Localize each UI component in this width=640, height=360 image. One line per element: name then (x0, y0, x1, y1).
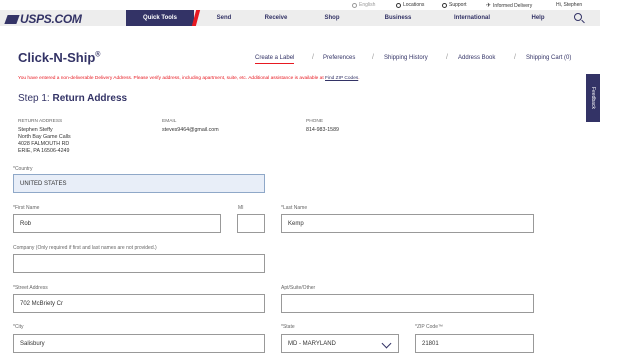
support-icon (442, 2, 447, 8)
company-label: Company (Only required if first and last… (13, 245, 157, 251)
subnav-divider: / (446, 54, 448, 61)
zip-code-field[interactable]: 21801 (415, 334, 534, 353)
main-navbar (0, 10, 600, 26)
usps-logo[interactable]: USPS.COM (4, 12, 82, 26)
city-field[interactable]: Salisbury (13, 334, 265, 353)
city-label: *City (13, 324, 24, 330)
country-field[interactable]: UNITED STATES (13, 174, 265, 193)
eagle-logo-icon (4, 14, 20, 24)
return-address-label: RETURN ADDRESS (18, 119, 63, 124)
error-end: . (358, 76, 360, 81)
locations-link[interactable]: Locations (396, 2, 424, 8)
search-icon[interactable] (574, 13, 582, 21)
last-name-field[interactable]: Kemp (281, 214, 534, 233)
page-title: Click-N-Ship® (18, 50, 100, 65)
nav-help[interactable]: Help (524, 10, 552, 26)
feedback-tab[interactable]: Feedback (586, 74, 600, 122)
return-address-line: Stephen Steffy (18, 127, 53, 133)
return-address-line: 4028 FALMOUTH RD (18, 141, 70, 147)
apt-label: Apt/Suite/Other (281, 285, 316, 291)
subnav-shipping-history[interactable]: Shipping History (384, 55, 428, 61)
email-label: EMAIL (162, 119, 177, 124)
phone-label: PHONE (306, 119, 324, 124)
mi-label: MI (238, 205, 244, 211)
registered-mark: ® (95, 51, 101, 59)
subnav-divider: / (514, 54, 516, 61)
state-label: *State (281, 324, 295, 330)
email-value: steves9464@gmail.com (162, 127, 219, 133)
support-link[interactable]: Support (442, 2, 467, 8)
error-message: You have entered a non-deliverable Deliv… (18, 76, 360, 81)
support-label: Support (449, 2, 467, 8)
step-heading: Step 1: Return Address (18, 93, 127, 104)
location-pin-icon (396, 2, 401, 8)
mi-field[interactable] (237, 214, 265, 233)
subnav-divider: / (372, 54, 374, 61)
step-title: Return Address (52, 93, 128, 104)
phone-value: 814-983-1589 (306, 127, 339, 133)
chevron-down-icon (381, 338, 392, 349)
account-greeting[interactable]: Hi, Stephen (556, 2, 582, 8)
subnav-address-book[interactable]: Address Book (458, 55, 495, 61)
utility-bar: English Locations Support ✈ Informed Del… (0, 0, 640, 10)
subnav-create-label[interactable]: Create a Label (255, 55, 295, 64)
nav-business[interactable]: Business (376, 10, 420, 26)
last-name-label: *Last Name (281, 205, 308, 211)
zip-code-label: *ZIP Code™ (415, 324, 443, 330)
first-name-label: *First Name (13, 205, 40, 211)
language-link[interactable]: English (352, 2, 375, 8)
nav-shop[interactable]: Shop (316, 10, 348, 26)
company-field[interactable] (13, 254, 265, 273)
subnav-shipping-cart[interactable]: Shipping Cart (0) (526, 55, 571, 61)
state-value: MD - MARYLAND (288, 340, 336, 347)
country-label: *Country (13, 166, 33, 172)
street-address-label: *Street Address (13, 285, 48, 291)
logo-text: USPS.COM (20, 12, 82, 26)
informed-delivery-link[interactable]: ✈ Informed Delivery (486, 2, 533, 10)
error-text: You have entered a non-deliverable Deliv… (18, 76, 326, 81)
subnav-preferences[interactable]: Preferences (323, 55, 355, 61)
page-title-text: Click-N-Ship (18, 50, 96, 65)
return-address-line: North Bay Game Calls (18, 134, 71, 140)
nav-receive[interactable]: Receive (256, 10, 296, 26)
eagle-icon: ✈ (486, 3, 492, 9)
return-address-line: ERIE, PA 16506-4249 (18, 148, 70, 154)
find-zip-codes-link[interactable]: Find ZIP Codes (325, 76, 358, 81)
state-select[interactable]: MD - MARYLAND (281, 334, 399, 353)
globe-icon (352, 2, 357, 8)
nav-quick-tools[interactable]: Quick Tools (126, 10, 194, 26)
subnav-divider: / (312, 54, 314, 61)
informed-delivery-label: Informed Delivery (493, 2, 533, 9)
apt-field[interactable] (281, 294, 534, 313)
nav-international[interactable]: International (446, 10, 498, 26)
nav-send[interactable]: Send (206, 10, 242, 26)
step-prefix: Step 1: (18, 93, 53, 104)
first-name-field[interactable]: Rob (13, 214, 221, 233)
greeting-label: Hi, Stephen (556, 2, 583, 8)
locations-label: Locations (403, 2, 425, 8)
language-label: English (359, 2, 376, 8)
street-address-field[interactable]: 702 McBriety Cr (13, 294, 265, 313)
